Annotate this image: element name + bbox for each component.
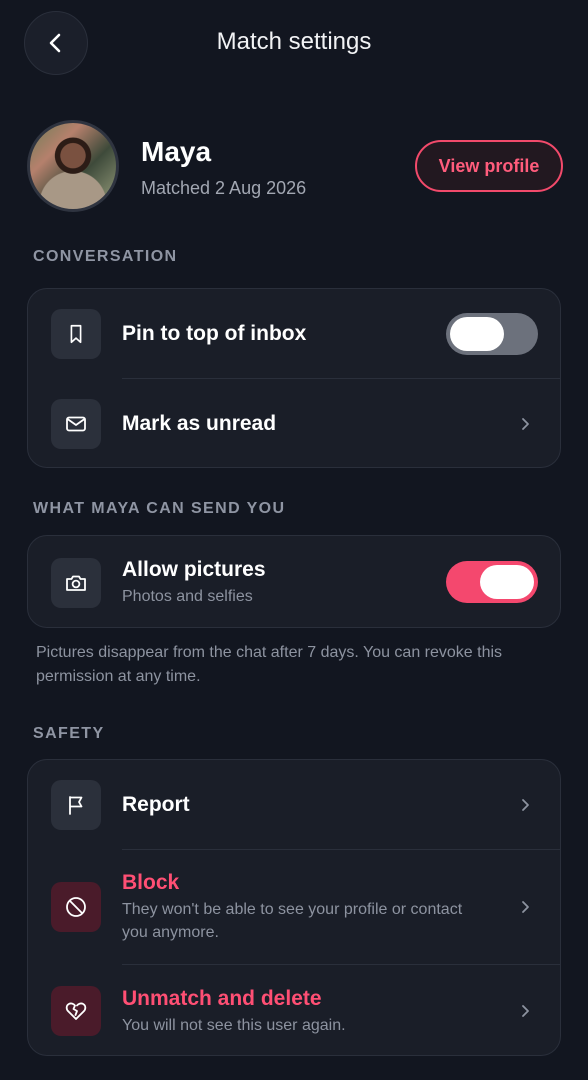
pin-label: Pin to top of inbox [122, 322, 307, 345]
matched-date: Matched 2 Aug 2026 [141, 178, 307, 198]
unmatch-row[interactable]: Unmatch and delete You will not see this… [28, 965, 562, 1057]
section-label-pictures: WHAT MAYA CAN SEND YOU [33, 500, 286, 517]
safety-card: Report Block They won't be able to see y… [27, 759, 561, 1056]
pin-row[interactable]: Pin to top of inbox [28, 289, 562, 379]
pictures-note: Pictures disappear from the chat after 7… [36, 644, 503, 685]
block-row[interactable]: Block They won't be able to see your pro… [28, 850, 562, 965]
broken-heart-icon [51, 986, 101, 1036]
allow-pictures-label: Allow pictures [122, 558, 266, 581]
chevron-right-icon [522, 799, 529, 811]
bookmark-icon [51, 309, 101, 359]
view-profile-button[interactable]: View profile [415, 140, 563, 192]
mark-unread-row[interactable]: Mark as unread [28, 379, 562, 469]
report-label: Report [122, 793, 190, 816]
section-label-safety: SAFETY [33, 725, 105, 742]
chevron-right-icon [522, 1005, 529, 1017]
match-name: Maya [141, 136, 212, 167]
header: Match settings [0, 0, 588, 88]
conversation-card: Pin to top of inbox Mark as unread [27, 288, 561, 468]
camera-icon [51, 558, 101, 608]
block-icon [51, 882, 101, 932]
flag-icon [51, 780, 101, 830]
chevron-right-icon [522, 418, 529, 430]
allow-pictures-row[interactable]: Allow pictures Photos and selfies [28, 536, 562, 629]
toggle-knob [450, 317, 504, 351]
mark-unread-label: Mark as unread [122, 412, 277, 435]
page-title: Match settings [216, 28, 372, 55]
block-subtitle: They won't be able to see your profile o… [122, 901, 463, 941]
unmatch-label: Unmatch and delete [122, 987, 322, 1010]
chevron-right-icon [522, 901, 529, 913]
unmatch-subtitle: You will not see this user again. [122, 1017, 346, 1034]
toggle-knob [480, 565, 534, 599]
section-label-conversation: CONVERSATION [33, 248, 178, 265]
report-row[interactable]: Report [28, 760, 562, 849]
allow-pictures-toggle[interactable] [446, 561, 538, 603]
avatar[interactable] [27, 120, 119, 212]
match-profile: Maya Matched 2 Aug 2026 View profile [27, 120, 563, 212]
pin-toggle[interactable] [446, 313, 538, 355]
pictures-card: Allow pictures Photos and selfies [27, 535, 561, 628]
allow-pictures-subtitle: Photos and selfies [122, 588, 253, 605]
block-label: Block [122, 871, 180, 894]
mail-icon [51, 399, 101, 449]
